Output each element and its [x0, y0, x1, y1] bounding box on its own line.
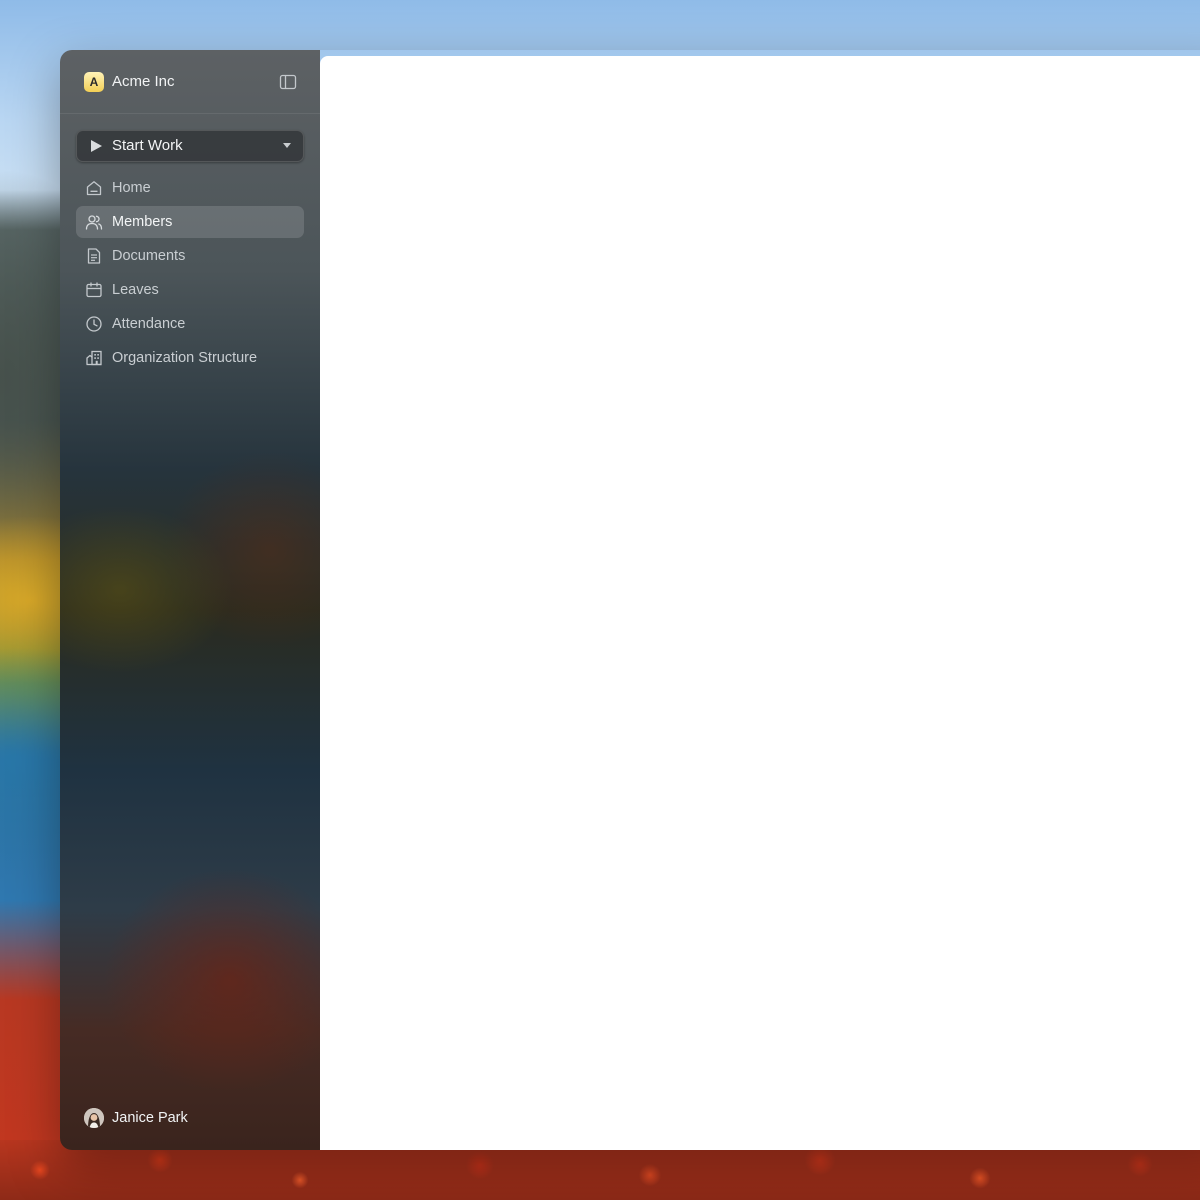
sidebar-item-members[interactable]: Members	[76, 206, 304, 238]
sidebar-item-leaves[interactable]: Leaves	[76, 274, 304, 306]
sidebar-toggle-button[interactable]	[276, 71, 300, 93]
sidebar: A Acme Inc Start Work Home Members Docum…	[60, 50, 320, 1150]
sidebar-item-attendance[interactable]: Attendance	[76, 308, 304, 340]
users-icon	[85, 215, 103, 230]
org-name[interactable]: Acme Inc	[112, 72, 175, 92]
start-work-button[interactable]: Start Work	[76, 130, 304, 162]
user-profile[interactable]: Janice Park	[84, 1107, 284, 1129]
caret-down-icon[interactable]	[283, 143, 291, 149]
org-logo[interactable]: A	[84, 72, 104, 92]
home-icon	[86, 181, 102, 196]
sidebar-nav: Home Members Documents Leaves Attendance…	[76, 172, 304, 376]
sidebar-panel-icon	[279, 74, 297, 90]
sidebar-item-label: Members	[112, 214, 173, 230]
app-window: A Acme Inc Start Work Home Members Docum…	[60, 50, 1200, 1150]
sidebar-item-home[interactable]: Home	[76, 172, 304, 204]
user-name: Janice Park	[112, 1110, 188, 1126]
avatar-portrait	[84, 1108, 104, 1128]
sidebar-item-label: Leaves	[112, 282, 159, 298]
play-icon	[91, 140, 102, 152]
avatar[interactable]	[84, 1108, 104, 1128]
building-icon	[86, 350, 102, 366]
clock-icon	[86, 316, 102, 332]
main-content-area	[320, 56, 1200, 1150]
sidebar-item-documents[interactable]: Documents	[76, 240, 304, 272]
sidebar-header: A Acme Inc	[60, 50, 320, 114]
calendar-icon	[86, 282, 102, 298]
document-icon	[87, 248, 101, 264]
desktop-wallpaper: A Acme Inc Start Work Home Members Docum…	[0, 0, 1200, 1200]
start-work-label: Start Work	[112, 137, 183, 154]
sidebar-item-label: Organization Structure	[112, 350, 258, 366]
sidebar-item-organization-structure[interactable]: Organization Structure	[76, 342, 304, 374]
sidebar-item-label: Home	[112, 180, 151, 196]
sidebar-item-label: Attendance	[112, 316, 186, 332]
sidebar-item-label: Documents	[112, 248, 186, 264]
